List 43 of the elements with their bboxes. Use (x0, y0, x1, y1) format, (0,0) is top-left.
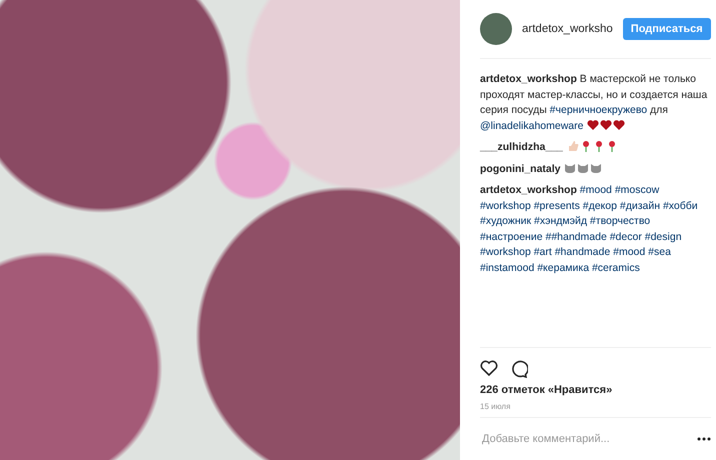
hashtag-link[interactable]: #хэндмэйд (534, 215, 587, 227)
hashtag-link[interactable]: #декор (582, 200, 617, 212)
hashtag-link[interactable]: #sea (648, 246, 671, 258)
comment-text: artdetox_workshop В мастерской не только проходят мастер-классы, но и создается наша серия посуды #черничноекружево для @linadelikahomeware (480, 72, 708, 134)
hashtag-link[interactable]: #хобби (662, 200, 698, 212)
hashtag-link[interactable]: #черничноекружево (550, 104, 648, 116)
hashtag-link[interactable]: #керамика (537, 262, 590, 274)
cat-face-icon (577, 162, 590, 174)
heart-icon (587, 118, 600, 130)
hashtag-link[interactable]: #ceramics (592, 262, 640, 274)
hashtag-link[interactable]: #workshop (480, 200, 531, 212)
heart-icon (600, 118, 612, 130)
username-link[interactable]: artdetox_workshop (480, 184, 577, 196)
hashtag-link[interactable]: #handmade (554, 246, 610, 258)
username[interactable]: artdetox_worksho (522, 23, 613, 35)
comment-icon[interactable] (510, 360, 528, 378)
hashtag-link[interactable]: #mood (613, 246, 646, 258)
hashtag-link[interactable]: ##handmade (545, 230, 607, 242)
heart-icon[interactable] (480, 360, 498, 376)
hashtag-link[interactable]: #art (534, 246, 552, 258)
hashtag-link[interactable]: #mood (580, 184, 612, 196)
cat-face-icon (590, 162, 602, 174)
heart-icon (613, 118, 626, 130)
hashtag-link[interactable]: #дизайн (620, 200, 660, 212)
mention-link[interactable]: @linadelikahomeware (480, 120, 584, 132)
hashtag-link[interactable]: #настроение (480, 230, 543, 242)
hashtag-link[interactable]: #художник (480, 215, 532, 227)
hashtag-link[interactable]: #instamood (480, 262, 534, 274)
hashtag-link[interactable]: #moscow (614, 184, 660, 196)
likes-count[interactable]: 226 отметок «Нравится» (480, 384, 711, 396)
hashtag-link[interactable]: #presents (534, 200, 580, 212)
hashtag-link[interactable]: #workshop (480, 246, 531, 258)
username-link[interactable]: artdetox_workshop (480, 73, 577, 85)
post-date: 15 июля (480, 396, 711, 418)
avatar[interactable] (480, 13, 512, 45)
cat-face-icon (564, 162, 576, 174)
hashtag-link[interactable]: #decor (610, 230, 642, 242)
hashtag-link[interactable]: #творчество (590, 215, 650, 227)
thumbs-up-icon (566, 140, 579, 152)
more-options-icon[interactable] (696, 437, 711, 441)
hashtag-link[interactable]: #design (644, 230, 682, 242)
username-link[interactable]: pogonini_nataly (480, 162, 561, 174)
username-link[interactable]: ___zulhidzha___ (480, 141, 563, 153)
